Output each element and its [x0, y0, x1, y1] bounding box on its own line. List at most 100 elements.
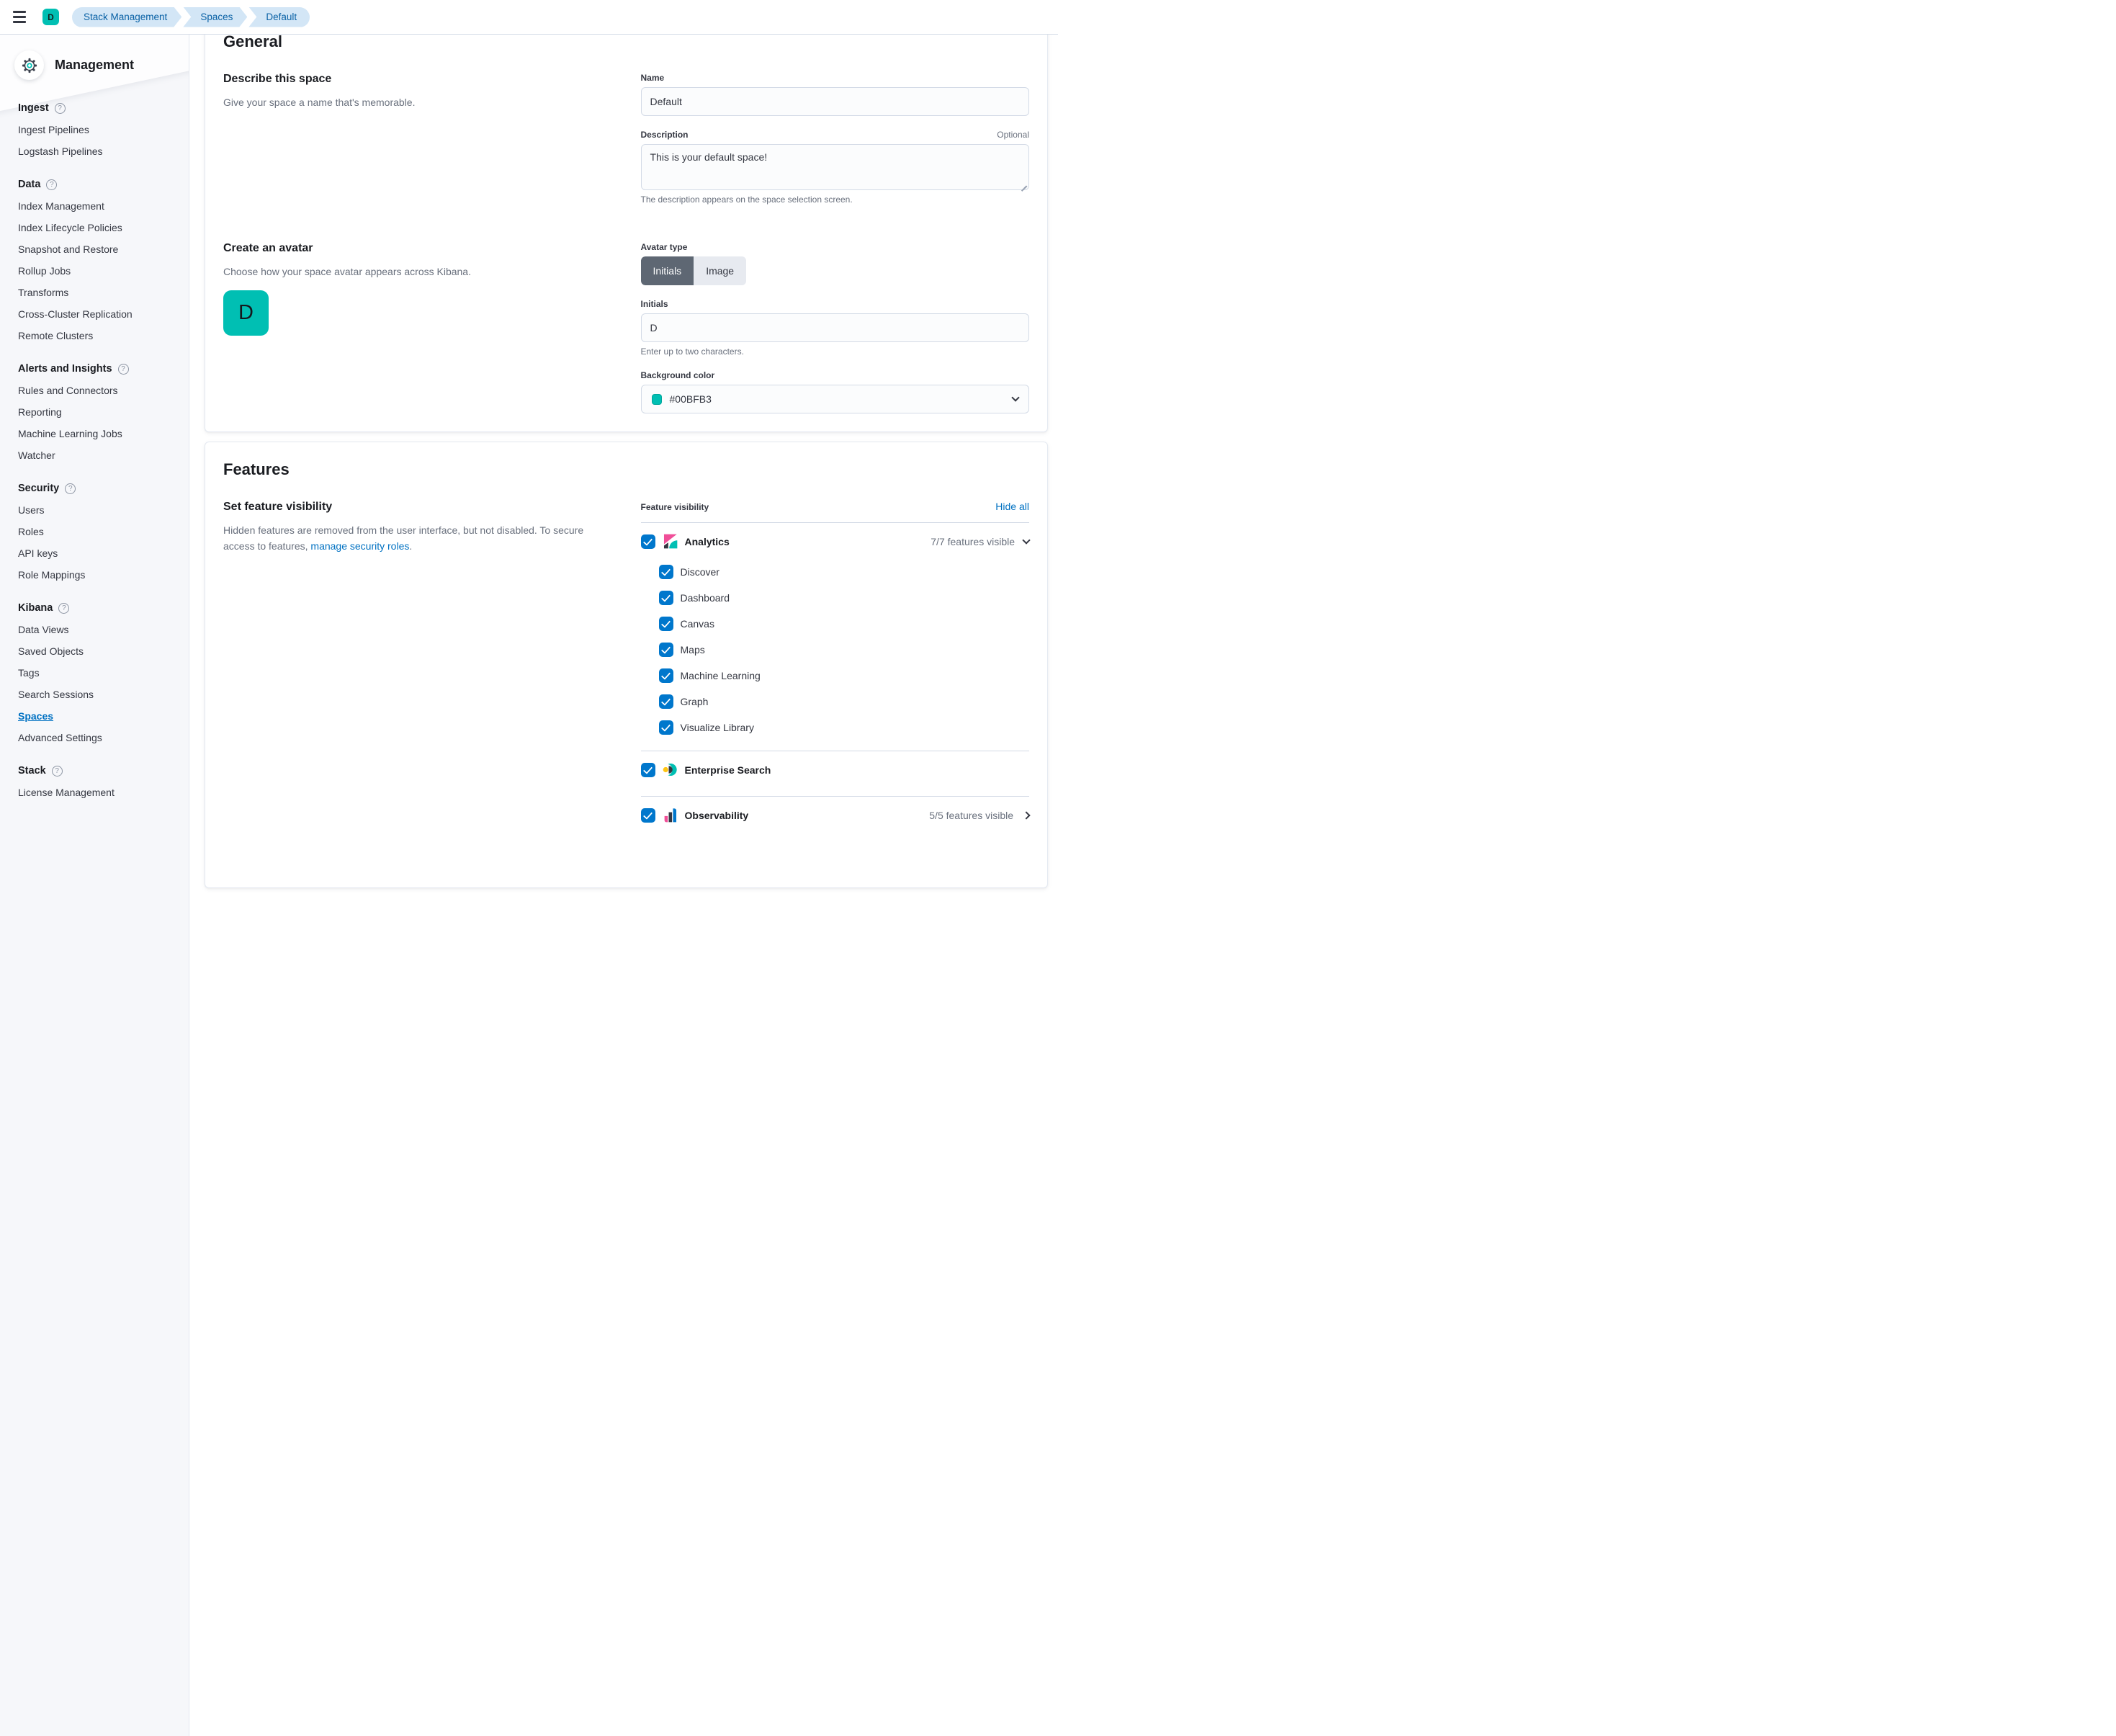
- space-description-textarea[interactable]: This is your default space!: [641, 144, 1030, 190]
- features-title: Features: [223, 460, 1029, 479]
- analytics-features-toggle[interactable]: 7/7 features visible: [931, 536, 1029, 547]
- sidebar-item-remote-clusters[interactable]: Remote Clusters: [18, 325, 180, 346]
- chevron-right-icon: [1022, 811, 1030, 819]
- sidebar-item-rules-and-connectors[interactable]: Rules and Connectors: [18, 380, 180, 401]
- canvas-checkbox[interactable]: [659, 617, 673, 631]
- name-label: Name: [641, 73, 665, 83]
- analytics-sub-features: Discover Dashboard Canvas Maps Machine L…: [641, 559, 1030, 741]
- sidebar-item-users[interactable]: Users: [18, 499, 180, 521]
- sidebar-item-transforms[interactable]: Transforms: [18, 282, 180, 303]
- manage-security-roles-link[interactable]: manage security roles: [310, 540, 409, 552]
- sub-feature-label: Maps: [681, 644, 705, 656]
- sidebar-item-index-lifecycle-policies[interactable]: Index Lifecycle Policies: [18, 217, 180, 238]
- maps-checkbox[interactable]: [659, 643, 673, 657]
- sidebar-item-reporting[interactable]: Reporting: [18, 401, 180, 423]
- feature-group-analytics: Analytics 7/7 features visible: [641, 523, 1030, 558]
- chevron-down-icon: [1022, 536, 1030, 544]
- sidebar-item-machine-learning-jobs[interactable]: Machine Learning Jobs: [18, 423, 180, 444]
- breadcrumb-default[interactable]: Default: [248, 7, 310, 27]
- sidebar-item-rollup-jobs[interactable]: Rollup Jobs: [18, 260, 180, 282]
- optional-label: Optional: [997, 130, 1029, 140]
- help-icon[interactable]: ?: [118, 364, 129, 375]
- observability-app-icon: [663, 807, 678, 823]
- sidebar-item-data-views[interactable]: Data Views: [18, 619, 180, 640]
- feature-group-name: Analytics: [685, 536, 730, 547]
- feature-group-name: Observability: [685, 810, 749, 821]
- sidebar-item-roles[interactable]: Roles: [18, 521, 180, 542]
- hide-all-link[interactable]: Hide all: [995, 501, 1029, 512]
- analytics-feature-count: 7/7 features visible: [931, 536, 1015, 547]
- general-panel: General Describe this space Give your sp…: [205, 14, 1048, 432]
- section-label: Stack: [18, 765, 46, 777]
- enterprise-search-checkbox[interactable]: [641, 763, 655, 777]
- sidebar-item-index-management[interactable]: Index Management: [18, 195, 180, 217]
- help-icon[interactable]: ?: [55, 103, 66, 114]
- sidebar-item-role-mappings[interactable]: Role Mappings: [18, 564, 180, 586]
- initials-input[interactable]: [641, 313, 1030, 342]
- sidebar-title: Management: [55, 58, 134, 73]
- section-label: Security: [18, 483, 59, 494]
- sidebar-item-search-sessions[interactable]: Search Sessions: [18, 684, 180, 705]
- sidebar-item-saved-objects[interactable]: Saved Objects: [18, 640, 180, 662]
- set-feature-visibility-heading: Set feature visibility: [223, 501, 612, 514]
- help-icon[interactable]: ?: [52, 766, 63, 777]
- sidebar-item-snapshot-and-restore[interactable]: Snapshot and Restore: [18, 238, 180, 260]
- dashboard-checkbox[interactable]: [659, 591, 673, 605]
- create-avatar-heading: Create an avatar: [223, 242, 612, 255]
- sub-feature-label: Visualize Library: [681, 722, 754, 733]
- sidebar-item-spaces[interactable]: Spaces: [18, 705, 180, 727]
- describe-space-text: Give your space a name that's memorable.: [223, 94, 612, 110]
- discover-checkbox[interactable]: [659, 565, 673, 579]
- observability-features-toggle[interactable]: 5/5 features visible: [929, 810, 1029, 821]
- space-name-input[interactable]: [641, 87, 1030, 116]
- breadcrumb-spaces[interactable]: Spaces: [183, 7, 247, 27]
- nav-section-data: Data ? Index Management Index Lifecycle …: [18, 179, 180, 346]
- sidebar-item-advanced-settings[interactable]: Advanced Settings: [18, 727, 180, 748]
- create-avatar-text: Choose how your space avatar appears acr…: [223, 264, 612, 279]
- visualize-library-checkbox[interactable]: [659, 720, 673, 735]
- menu-icon[interactable]: [11, 9, 28, 26]
- sidebar-item-api-keys[interactable]: API keys: [18, 542, 180, 564]
- observability-checkbox[interactable]: [641, 808, 655, 823]
- graph-checkbox[interactable]: [659, 694, 673, 709]
- chevron-down-icon: [1011, 393, 1019, 401]
- analytics-checkbox[interactable]: [641, 534, 655, 549]
- nav-section-ingest: Ingest ? Ingest Pipelines Logstash Pipel…: [18, 102, 180, 162]
- breadcrumb-stack-management[interactable]: Stack Management: [72, 7, 181, 27]
- section-label: Ingest: [18, 102, 49, 114]
- machine-learning-checkbox[interactable]: [659, 668, 673, 683]
- section-label: Kibana: [18, 602, 53, 614]
- gear-icon: [14, 50, 44, 80]
- main-content: General Describe this space Give your sp…: [189, 0, 1058, 888]
- initials-label: Initials: [641, 299, 668, 309]
- background-color-label: Background color: [641, 370, 715, 380]
- space-avatar[interactable]: D: [42, 9, 59, 25]
- avatar-type-image-button[interactable]: Image: [694, 256, 746, 285]
- help-icon[interactable]: ?: [46, 179, 57, 190]
- breadcrumb: Stack Management Spaces Default: [72, 7, 311, 27]
- top-bar: D Stack Management Spaces Default: [0, 0, 1058, 35]
- sidebar-item-cross-cluster-replication[interactable]: Cross-Cluster Replication: [18, 303, 180, 325]
- avatar-type-label: Avatar type: [641, 242, 688, 252]
- visibility-text-suffix: .: [409, 540, 412, 552]
- sidebar-item-license-management[interactable]: License Management: [18, 782, 180, 803]
- sidebar-item-logstash-pipelines[interactable]: Logstash Pipelines: [18, 140, 180, 162]
- management-sidebar: Management Ingest ? Ingest Pipelines Log…: [0, 35, 189, 1736]
- feature-group-observability: Observability 5/5 features visible: [641, 797, 1030, 831]
- enterprise-search-app-icon: [663, 762, 678, 777]
- describe-space-heading: Describe this space: [223, 73, 612, 86]
- help-icon[interactable]: ?: [58, 603, 69, 614]
- sidebar-item-watcher[interactable]: Watcher: [18, 444, 180, 466]
- avatar-type-initials-button[interactable]: Initials: [641, 256, 694, 285]
- nav-section-stack: Stack ? License Management: [18, 765, 180, 803]
- set-feature-visibility-text: Hidden features are removed from the use…: [223, 522, 612, 555]
- initials-help-text: Enter up to two characters.: [641, 346, 1030, 357]
- sidebar-item-ingest-pipelines[interactable]: Ingest Pipelines: [18, 119, 180, 140]
- nav-section-kibana: Kibana ? Data Views Saved Objects Tags S…: [18, 602, 180, 748]
- sidebar-item-tags[interactable]: Tags: [18, 662, 180, 684]
- color-swatch: [652, 394, 662, 405]
- sub-feature-label: Machine Learning: [681, 670, 761, 681]
- background-color-select[interactable]: #00BFB3: [641, 385, 1030, 413]
- help-icon[interactable]: ?: [65, 483, 76, 494]
- feature-group-name: Enterprise Search: [685, 764, 771, 776]
